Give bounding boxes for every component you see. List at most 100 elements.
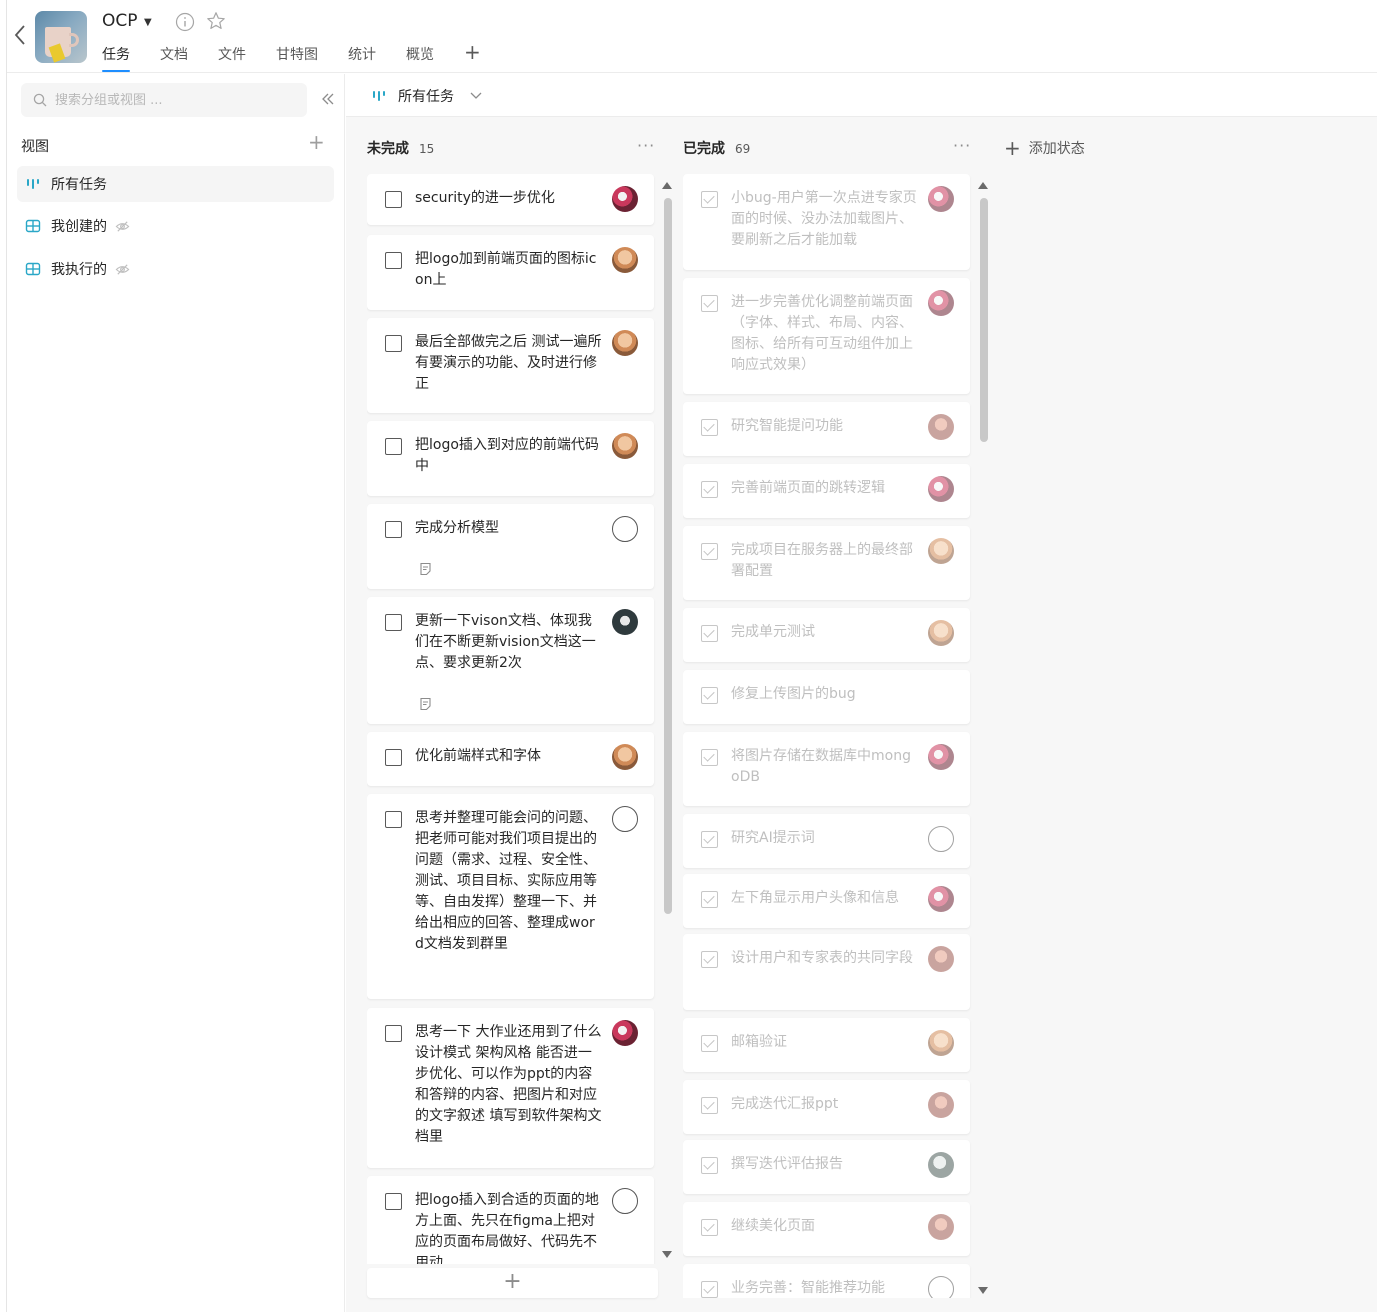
task-checkbox-checked[interactable] bbox=[701, 1281, 718, 1298]
assignee-avatar[interactable] bbox=[928, 290, 954, 316]
task-checkbox-checked[interactable] bbox=[701, 481, 718, 498]
task-card[interactable]: 完成分析模型 bbox=[367, 504, 654, 589]
assignee-avatar[interactable] bbox=[612, 247, 638, 273]
task-checkbox-checked[interactable] bbox=[701, 625, 718, 642]
assignee-avatar[interactable] bbox=[928, 1030, 954, 1056]
task-card[interactable]: 完成项目在服务器上的最终部署配置 bbox=[683, 526, 970, 600]
task-card[interactable]: security的进一步优化 bbox=[367, 174, 654, 225]
task-checkbox-checked[interactable] bbox=[701, 543, 718, 560]
assignee-avatar[interactable] bbox=[612, 609, 638, 635]
caret-down-icon[interactable]: ▼ bbox=[144, 17, 152, 28]
assignee-avatar[interactable] bbox=[928, 186, 954, 212]
task-card[interactable]: 进一步完善优化调整前端页面（字体、样式、布局、内容、图标、给所有可互动组件加上响… bbox=[683, 278, 970, 394]
assignee-avatar[interactable] bbox=[928, 886, 954, 912]
add-task-button[interactable]: + bbox=[367, 1268, 658, 1298]
task-checkbox[interactable] bbox=[385, 749, 402, 766]
assignee-avatar[interactable] bbox=[612, 1020, 638, 1046]
assignee-avatar[interactable] bbox=[928, 946, 954, 972]
task-card[interactable]: 将图片存储在数据库中mongoDB bbox=[683, 732, 970, 806]
info-icon[interactable] bbox=[175, 12, 195, 32]
star-icon[interactable] bbox=[206, 11, 226, 31]
task-checkbox-checked[interactable] bbox=[701, 295, 718, 312]
task-checkbox[interactable] bbox=[385, 614, 402, 631]
task-card[interactable]: 业务完善：智能推荐功能 bbox=[683, 1264, 970, 1298]
task-checkbox-checked[interactable] bbox=[701, 687, 718, 704]
task-checkbox[interactable] bbox=[385, 521, 402, 538]
add-view-plus-icon[interactable]: + bbox=[308, 132, 325, 152]
task-card[interactable]: 研究AI提示词 bbox=[683, 814, 970, 868]
task-card[interactable]: 把logo加到前端页面的图标icon上 bbox=[367, 235, 654, 310]
task-card[interactable]: 小bug-用户第一次点进专家页面的时候、没办法加载图片、要刷新之后才能加载 bbox=[683, 174, 970, 270]
task-checkbox-checked[interactable] bbox=[701, 191, 718, 208]
assignee-avatar[interactable] bbox=[928, 744, 954, 770]
task-checkbox[interactable] bbox=[385, 1193, 402, 1210]
tab-files[interactable]: 文件 bbox=[218, 44, 246, 73]
current-view-label[interactable]: 所有任务 bbox=[398, 86, 454, 106]
sidebar-item-assigned-to-me[interactable]: 我执行的 bbox=[17, 251, 334, 287]
task-card[interactable]: 邮箱验证 bbox=[683, 1018, 970, 1072]
tab-tasks[interactable]: 任务 bbox=[102, 44, 130, 73]
back-arrow-icon[interactable] bbox=[13, 24, 27, 46]
search-input[interactable] bbox=[55, 92, 285, 108]
task-card[interactable]: 完善前端页面的跳转逻辑 bbox=[683, 464, 970, 518]
task-card[interactable]: 优化前端样式和字体 bbox=[367, 732, 654, 786]
task-card[interactable]: 完成迭代汇报ppt bbox=[683, 1080, 970, 1134]
assignee-avatar[interactable] bbox=[612, 806, 638, 832]
task-checkbox[interactable] bbox=[385, 335, 402, 352]
task-checkbox[interactable] bbox=[385, 1025, 402, 1042]
assignee-avatar[interactable] bbox=[928, 538, 954, 564]
task-checkbox-checked[interactable] bbox=[701, 1035, 718, 1052]
assignee-avatar[interactable] bbox=[612, 433, 638, 459]
task-checkbox-checked[interactable] bbox=[701, 891, 718, 908]
assignee-avatar[interactable] bbox=[612, 1188, 638, 1214]
task-card[interactable]: 思考并整理可能会问的问题、把老师可能对我们项目提出的问题（需求、过程、安全性、测… bbox=[367, 794, 654, 999]
task-card[interactable]: 完成单元测试 bbox=[683, 608, 970, 662]
column-more-icon[interactable]: ··· bbox=[953, 136, 971, 155]
chevron-down-icon[interactable] bbox=[469, 88, 483, 102]
assignee-avatar[interactable] bbox=[612, 330, 638, 356]
task-checkbox-checked[interactable] bbox=[701, 419, 718, 436]
assignee-avatar[interactable] bbox=[928, 476, 954, 502]
task-checkbox-checked[interactable] bbox=[701, 831, 718, 848]
assignee-avatar[interactable] bbox=[928, 1276, 954, 1298]
tab-stats[interactable]: 统计 bbox=[348, 44, 376, 73]
project-cover-image[interactable] bbox=[35, 11, 87, 63]
task-card[interactable]: 修复上传图片的bug bbox=[683, 670, 970, 724]
task-checkbox-checked[interactable] bbox=[701, 1157, 718, 1174]
assignee-avatar[interactable] bbox=[612, 516, 638, 542]
column-scrollbar[interactable] bbox=[662, 182, 672, 1258]
tab-overview[interactable]: 概览 bbox=[406, 44, 434, 73]
task-card[interactable]: 继续美化页面 bbox=[683, 1202, 970, 1256]
column-scrollbar[interactable] bbox=[978, 182, 988, 1294]
assignee-avatar[interactable] bbox=[928, 1214, 954, 1240]
task-card[interactable]: 把logo插入到对应的前端代码中 bbox=[367, 421, 654, 496]
collapse-sidebar-icon[interactable] bbox=[320, 91, 336, 107]
task-card[interactable]: 更新一下vison文档、体现我们在不断更新vision文档这一点、要求更新2次 bbox=[367, 597, 654, 724]
add-status-button[interactable]: + 添加状态 bbox=[1004, 138, 1085, 158]
sidebar-item-all-tasks[interactable]: 所有任务 bbox=[17, 166, 334, 202]
tab-gantt[interactable]: 甘特图 bbox=[276, 44, 318, 73]
assignee-avatar[interactable] bbox=[612, 744, 638, 770]
task-checkbox-checked[interactable] bbox=[701, 749, 718, 766]
add-tab-plus-icon[interactable]: + bbox=[464, 42, 481, 73]
task-card[interactable]: 最后全部做完之后 测试一遍所有要演示的功能、及时进行修正 bbox=[367, 318, 654, 413]
task-checkbox-checked[interactable] bbox=[701, 1219, 718, 1236]
task-checkbox[interactable] bbox=[385, 191, 402, 208]
task-checkbox-checked[interactable] bbox=[701, 951, 718, 968]
task-card[interactable]: 撰写迭代评估报告 bbox=[683, 1140, 970, 1194]
task-card[interactable]: 思考一下 大作业还用到了什么设计模式 架构风格 能否进一步优化、可以作为ppt的… bbox=[367, 1008, 654, 1168]
project-title[interactable]: OCP bbox=[102, 11, 138, 31]
assignee-avatar[interactable] bbox=[928, 1152, 954, 1178]
sidebar-item-created-by-me[interactable]: 我创建的 bbox=[17, 208, 334, 244]
task-card[interactable]: 设计用户和专家表的共同字段 bbox=[683, 934, 970, 1010]
task-card[interactable]: 左下角显示用户头像和信息 bbox=[683, 874, 970, 928]
column-more-icon[interactable]: ··· bbox=[637, 136, 655, 155]
assignee-avatar[interactable] bbox=[928, 1092, 954, 1118]
task-checkbox[interactable] bbox=[385, 252, 402, 269]
task-checkbox[interactable] bbox=[385, 438, 402, 455]
assignee-avatar[interactable] bbox=[612, 186, 638, 212]
task-checkbox-checked[interactable] bbox=[701, 1097, 718, 1114]
tab-docs[interactable]: 文档 bbox=[160, 44, 188, 73]
assignee-avatar[interactable] bbox=[928, 826, 954, 852]
task-checkbox[interactable] bbox=[385, 811, 402, 828]
